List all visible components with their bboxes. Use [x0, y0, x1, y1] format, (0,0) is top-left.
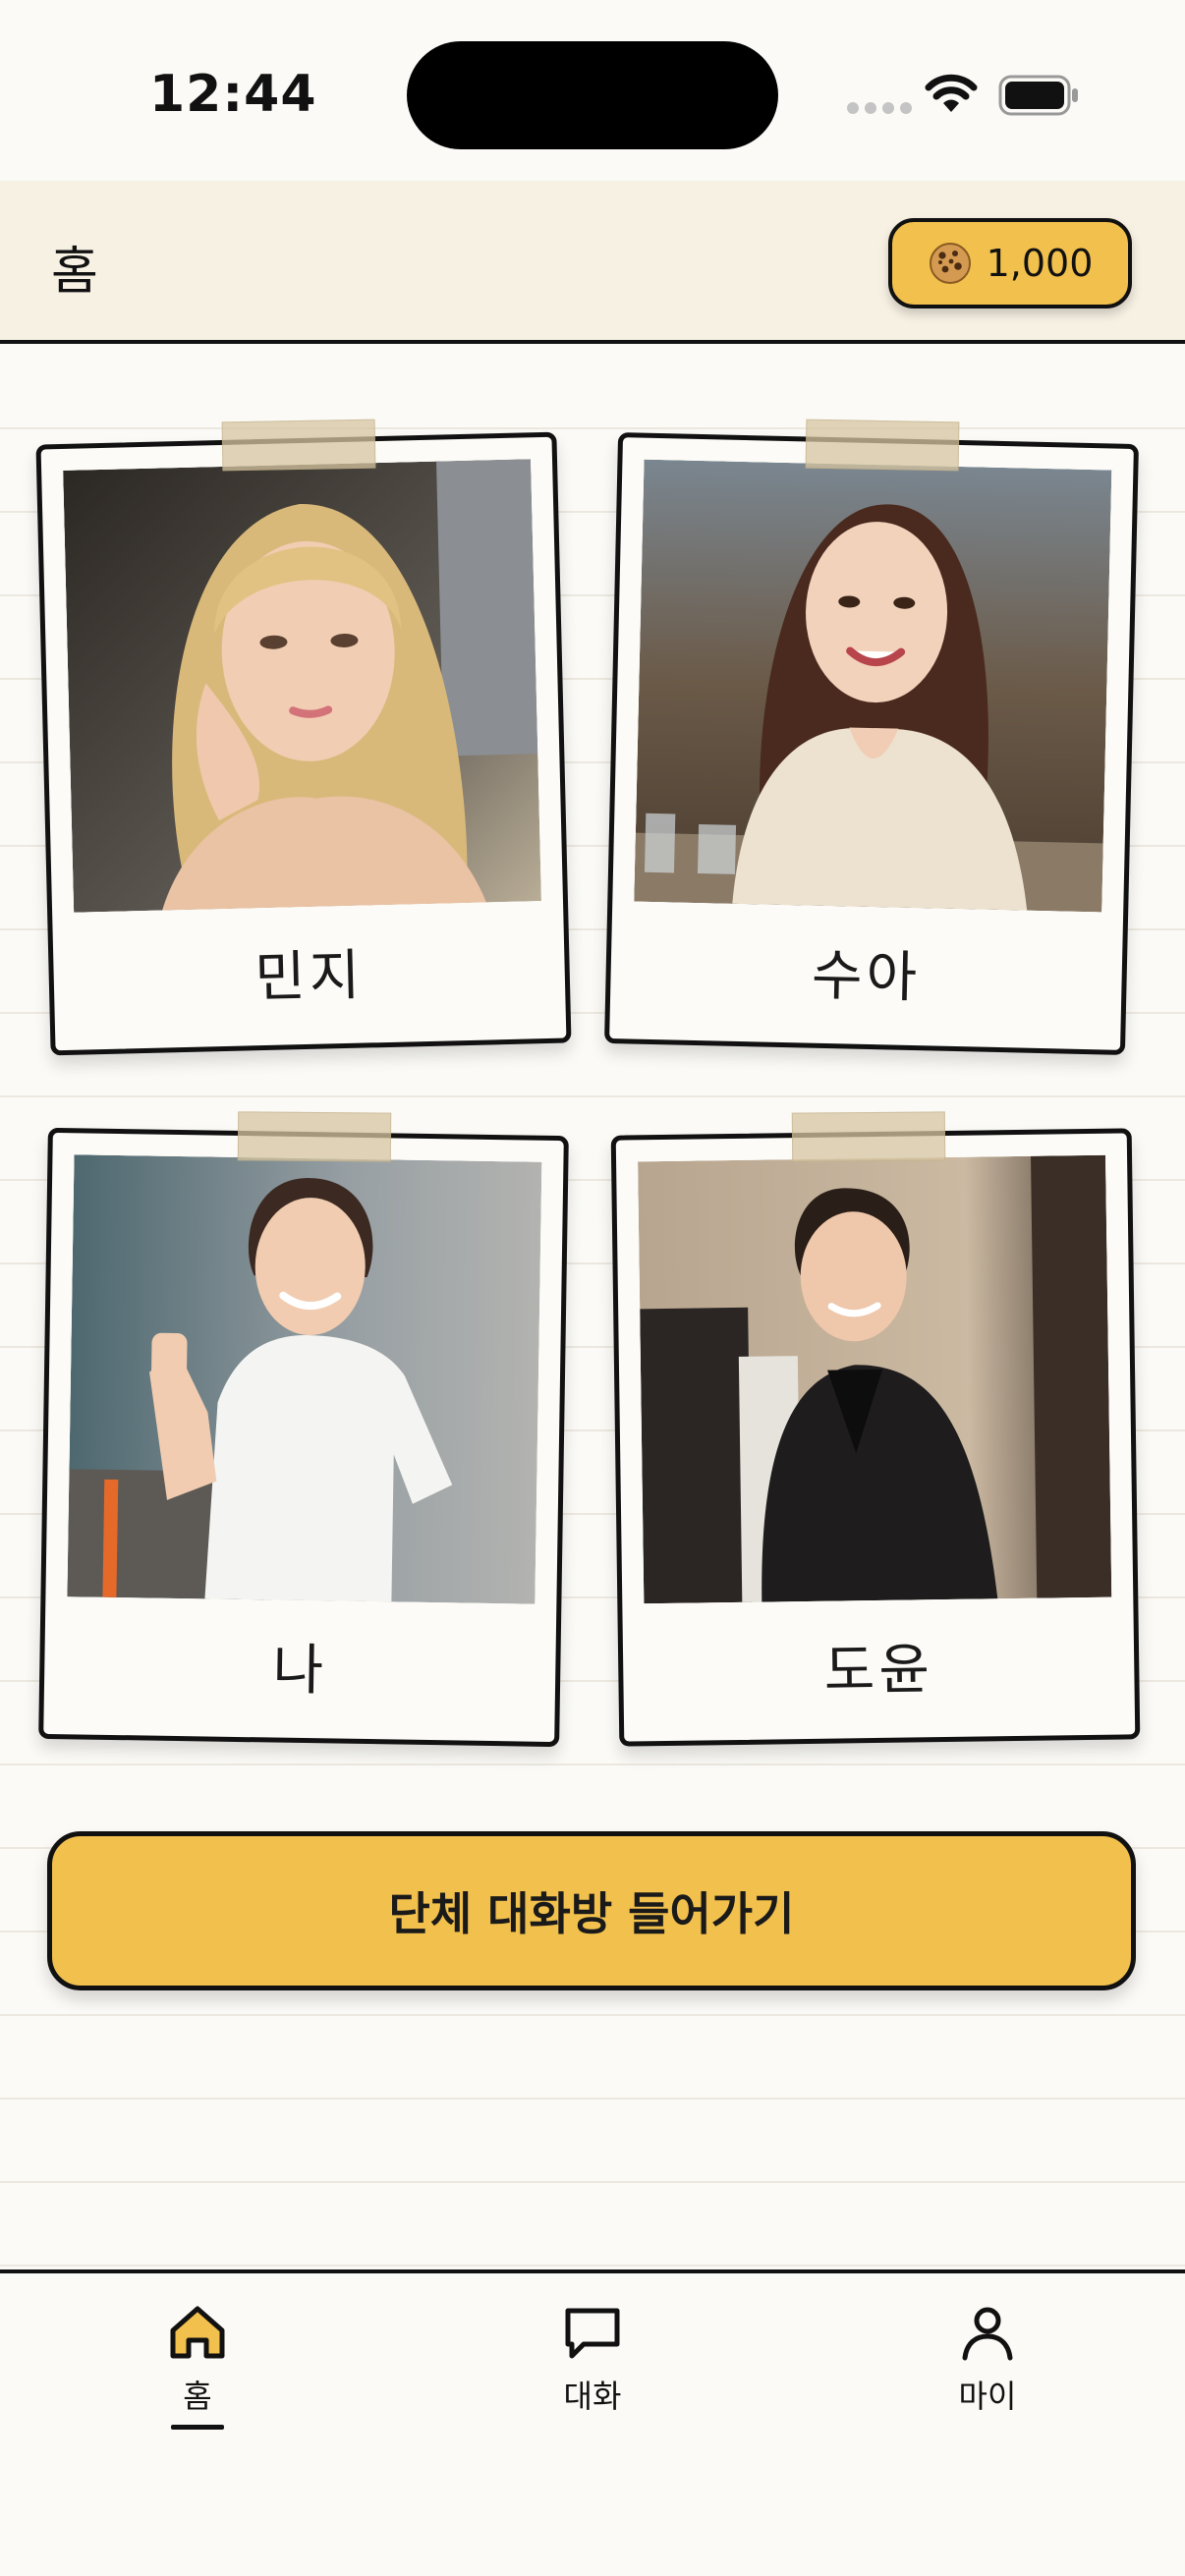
tape-decoration: [805, 419, 960, 472]
character-card-na[interactable]: 나: [38, 1127, 569, 1748]
home-icon: [170, 2306, 225, 2359]
character-photo: [638, 1154, 1112, 1604]
character-name: 민지: [254, 943, 366, 1010]
page-title: 홈: [51, 243, 98, 302]
tab-label: 마이: [958, 2378, 1017, 2415]
tape-decoration: [791, 1111, 946, 1162]
app-header: 홈 1,000: [0, 181, 1185, 344]
bottom-tab-bar: 홈 대화 마이: [0, 2269, 1185, 2576]
cookie-count: 1,000: [986, 242, 1094, 285]
chat-bubble-icon: [565, 2308, 620, 2359]
tab-label: 대화: [563, 2378, 622, 2415]
character-photo: [634, 459, 1112, 913]
active-tab-indicator: [171, 2425, 224, 2430]
dynamic-island: [407, 41, 778, 149]
character-card-doyun[interactable]: 도윤: [610, 1128, 1141, 1747]
tape-decoration: [237, 1111, 392, 1162]
character-card-minji[interactable]: 민지: [35, 431, 572, 1056]
tab-label: 홈: [183, 2378, 212, 2415]
home-screen: 12:44 홈 1,000 민지 수아 나 도윤 단체 대화방 들어가기 홈 대…: [0, 0, 1185, 2576]
character-photo: [67, 1154, 542, 1604]
character-name: 수아: [811, 943, 922, 1010]
cookie-icon: [929, 243, 971, 284]
tab-chat[interactable]: 대화: [494, 2303, 691, 2450]
cookie-balance-button[interactable]: 1,000: [888, 218, 1132, 308]
enter-group-chat-button[interactable]: 단체 대화방 들어가기: [47, 1831, 1136, 1990]
tab-my[interactable]: 마이: [889, 2303, 1086, 2450]
character-name: 나: [272, 1638, 328, 1703]
character-name: 도윤: [823, 1637, 934, 1704]
battery-icon: [998, 75, 1078, 116]
status-time: 12:44: [149, 65, 317, 124]
cellular-signal-icon: [847, 102, 912, 114]
status-bar: 12:44: [0, 0, 1185, 181]
wifi-icon: [925, 74, 978, 112]
character-card-sua[interactable]: 수아: [604, 432, 1139, 1055]
person-icon: [962, 2307, 1013, 2361]
character-photo: [63, 459, 541, 913]
tab-home[interactable]: 홈: [99, 2303, 296, 2450]
tape-decoration: [221, 419, 376, 472]
